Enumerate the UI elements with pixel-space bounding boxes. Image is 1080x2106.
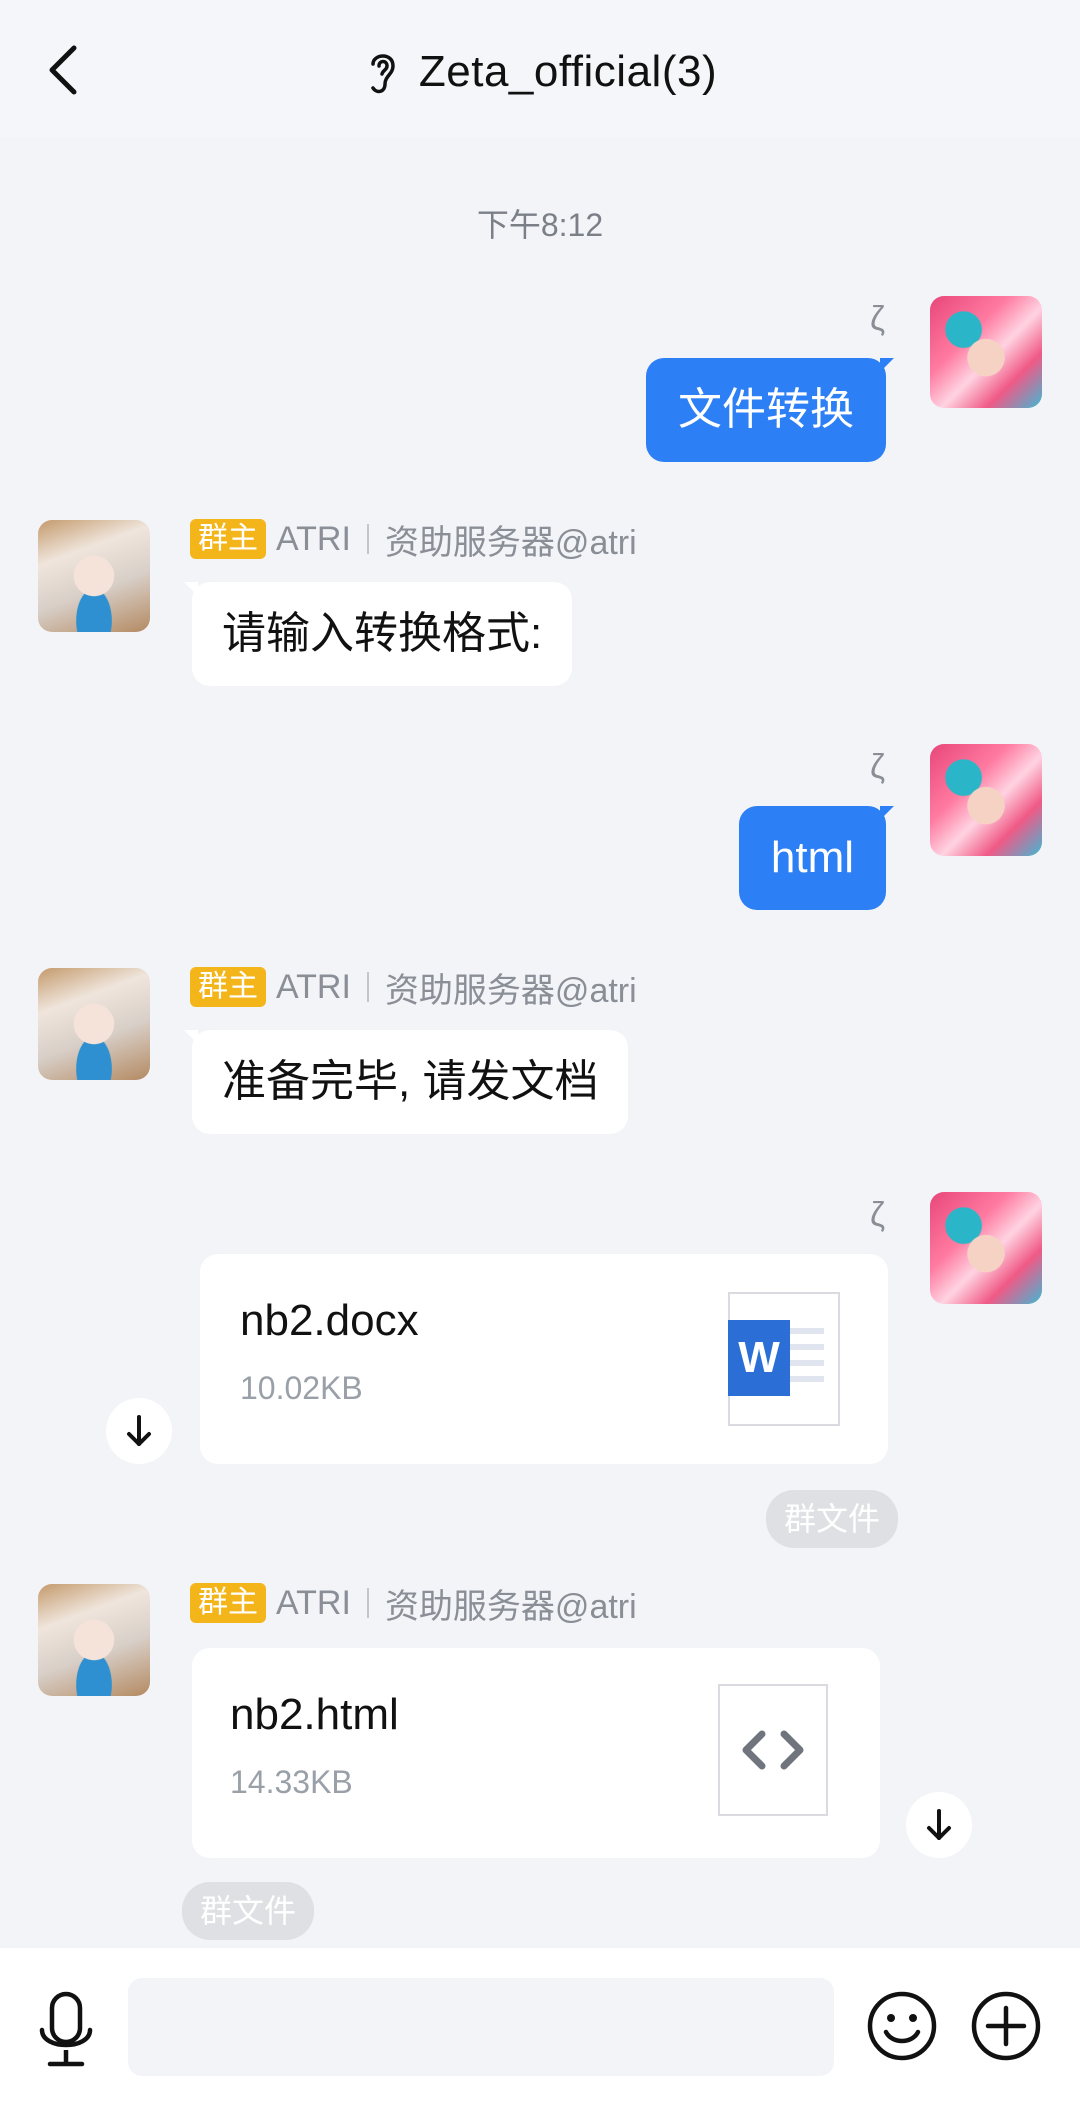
word-icon: W [728,1292,840,1426]
file-name: nb2.html [230,1690,399,1739]
owner-badge: 群主 [190,1583,266,1623]
group-file-tag[interactable]: 群文件 [182,1882,315,1940]
more-button[interactable] [970,1990,1042,2062]
avatar-atri[interactable] [38,1584,150,1696]
avatar-me[interactable] [930,1192,1042,1304]
avatar-atri[interactable] [38,520,150,632]
sender-name-me: ζ [870,300,885,338]
chat-title-area[interactable]: Zeta_official(3) [0,40,1080,104]
avatar-me[interactable] [930,296,1042,408]
message-bubble[interactable]: 文件转换 [646,358,894,462]
message-input[interactable] [128,1978,834,2076]
divider [366,972,369,1002]
message-bubble[interactable]: 准备完毕, 请发文档 [183,1030,629,1134]
download-button[interactable] [906,1792,972,1858]
emoji-button[interactable] [866,1990,938,2062]
divider [366,1588,369,1618]
divider [366,524,369,554]
sender-meta: 群主 ATRI 资助服务器@atri [190,518,637,562]
avatar-atri[interactable] [38,968,150,1080]
download-arrow-icon [927,1809,951,1840]
ear-icon [371,54,395,94]
message-timestamp: 下午8:12 [476,207,604,243]
owner-badge: 群主 [190,967,266,1007]
message-bubble[interactable]: 请输入转换格式: [183,582,573,686]
sender-name: ATRI [276,967,351,1006]
plus-circle-icon [971,1991,1041,2061]
file-size: 14.33KB [230,1764,353,1800]
file-name: nb2.docx [240,1296,419,1345]
svg-text:W: W [738,1333,780,1382]
file-size: 10.02KB [240,1370,363,1406]
download-arrow-icon [127,1415,151,1446]
owner-badge: 群主 [190,519,266,559]
sender-name-me: ζ [870,1196,885,1234]
file-card[interactable]: nb2.docx 10.02KB W [200,1254,888,1464]
sender-name-me: ζ [870,748,885,786]
group-file-tag[interactable]: 群文件 [765,1490,898,1548]
sender-name: ATRI [276,519,351,558]
chat-title: Zeta_official(3) [418,47,718,96]
microphone-icon [39,1991,93,2067]
sender-name: ATRI [276,1583,351,1622]
sender-meta: 群主 ATRI 资助服务器@atri [190,1582,637,1626]
download-button[interactable] [106,1398,172,1464]
sender-title: 资助服务器@atri [384,971,637,1010]
emoji-icon [867,1991,937,2061]
message-bubble[interactable]: html [738,806,895,910]
sender-title: 资助服务器@atri [384,1587,637,1626]
avatar-me[interactable] [930,744,1042,856]
code-icon [718,1684,828,1816]
sender-meta: 群主 ATRI 资助服务器@atri [190,966,637,1010]
file-card[interactable]: nb2.html 14.33KB [192,1648,880,1858]
voice-button[interactable] [36,1990,96,2072]
sender-title: 资助服务器@atri [384,523,637,562]
